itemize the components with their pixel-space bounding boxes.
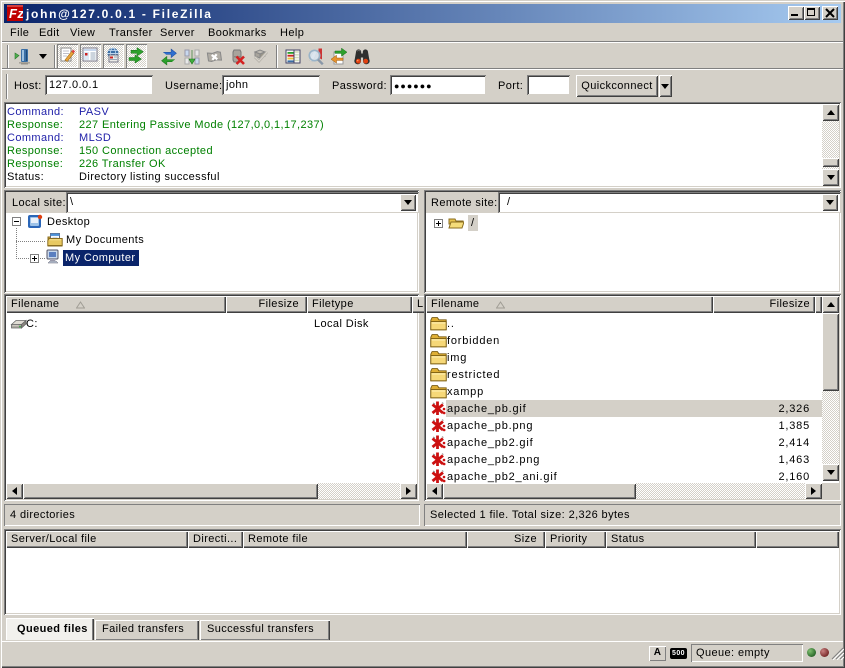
svg-text:Fz: Fz xyxy=(9,6,23,21)
